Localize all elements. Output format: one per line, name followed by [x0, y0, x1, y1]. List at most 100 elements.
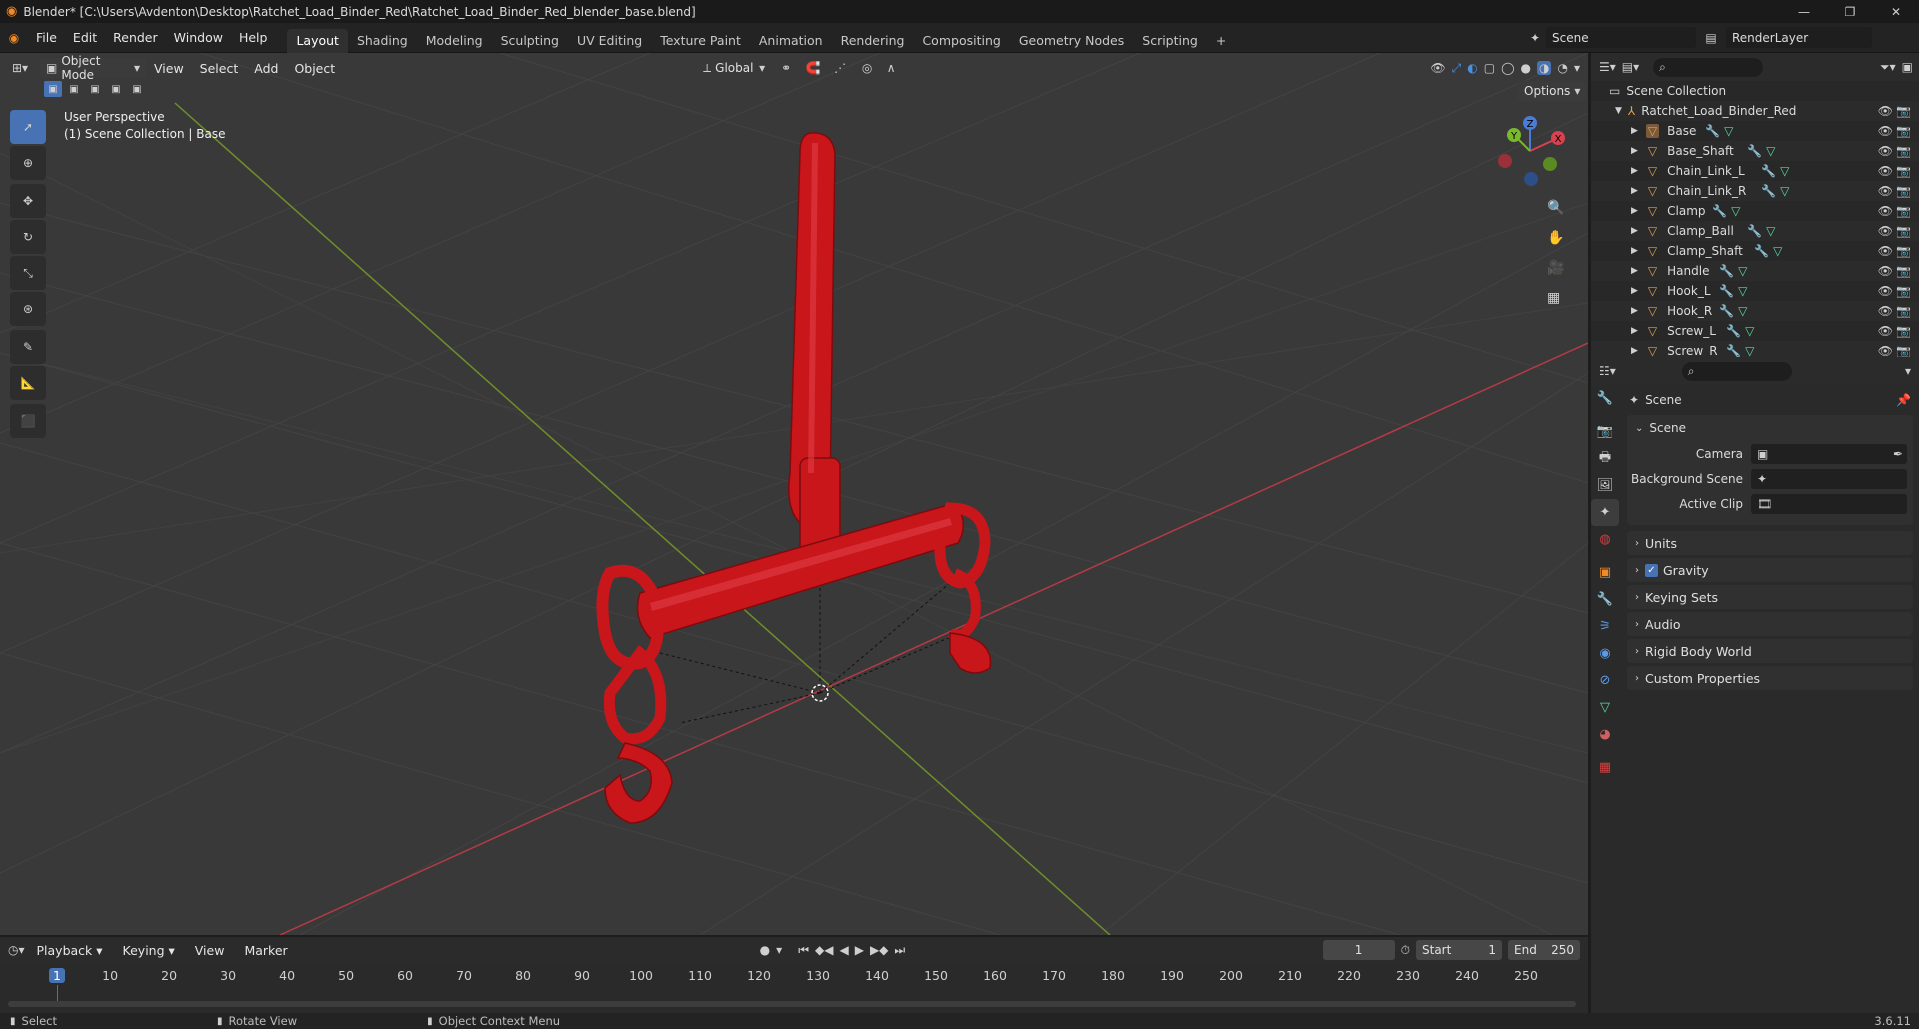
visibility-eye-icon[interactable]: 👁 [1878, 144, 1893, 158]
modifier-wrench-icon[interactable]: 🔧 [1719, 264, 1734, 278]
menu-help[interactable]: Help [231, 23, 276, 53]
shading-options-icon[interactable]: ▾ [1574, 61, 1580, 75]
outliner-row-object[interactable]: ▶ ▽ Clamp_Ball 🔧 ▽ 👁 📷 [1591, 221, 1919, 241]
expand-arrow-icon[interactable]: ▼ [1615, 106, 1622, 116]
panel-gravity[interactable]: › ✓ Gravity [1627, 558, 1913, 582]
render-camera-icon[interactable]: 📷 [1896, 104, 1911, 118]
tab-output[interactable]: 🖶 [1591, 445, 1619, 472]
viewport-menu-object[interactable]: Object [286, 61, 343, 76]
mesh-data-icon[interactable]: ▽ [1738, 304, 1747, 318]
select-intersect-icon[interactable]: ▣ [128, 81, 146, 97]
transform-orientation[interactable]: ⟂ Global ▾ [697, 58, 771, 78]
cursor-tool[interactable]: ⊕ [10, 146, 46, 180]
tab-geometry-nodes[interactable]: Geometry Nodes [1010, 29, 1133, 53]
expand-arrow-icon[interactable]: ▶ [1631, 206, 1638, 216]
tab-physics[interactable]: ◉ [1591, 640, 1619, 667]
mesh-data-icon[interactable]: ▽ [1766, 224, 1775, 238]
expand-arrow-icon[interactable]: ▶ [1631, 306, 1638, 316]
visibility-icon[interactable]: 👁 [1430, 61, 1445, 75]
visibility-eye-icon[interactable]: 👁 [1878, 184, 1893, 198]
viewport-menu-select[interactable]: Select [192, 61, 247, 76]
expand-arrow-icon[interactable]: ▶ [1631, 166, 1638, 176]
solid-shading-icon[interactable]: ● [1521, 61, 1531, 75]
transform-tool[interactable]: ⊛ [10, 292, 46, 326]
outliner-row-object[interactable]: ▶ ▽ Hook_R 🔧 ▽ 👁 📷 [1591, 301, 1919, 321]
overlay-icon[interactable]: ◐ [1467, 61, 1477, 75]
mesh-data-icon[interactable]: ▽ [1745, 324, 1754, 338]
tab-modeling[interactable]: Modeling [417, 29, 492, 53]
modifier-wrench-icon[interactable]: 🔧 [1747, 224, 1762, 238]
visibility-eye-icon[interactable]: 👁 [1878, 104, 1893, 118]
modifier-wrench-icon[interactable]: 🔧 [1761, 164, 1776, 178]
wireframe-shading-icon[interactable]: ◯ [1501, 61, 1514, 75]
scene-selector[interactable]: Scene [1546, 27, 1696, 48]
navigation-gizmo[interactable]: Z X Y [1490, 111, 1570, 191]
maximize-icon[interactable]: ❐ [1827, 0, 1873, 23]
outliner-row-object[interactable]: ▶ ▽ Base 🔧 ▽ 👁 📷 [1591, 121, 1919, 141]
modifier-wrench-icon[interactable]: 🔧 [1761, 184, 1776, 198]
tab-compositing[interactable]: Compositing [913, 29, 1009, 53]
tab-modifiers[interactable]: 🔧 [1591, 586, 1619, 613]
options-button[interactable]: Options ▾ [1518, 81, 1587, 101]
menu-edit[interactable]: Edit [65, 23, 105, 53]
modifier-wrench-icon[interactable]: 🔧 [1705, 124, 1720, 138]
material-shading-icon[interactable]: ◑ [1537, 61, 1552, 75]
tab-particles[interactable]: ⚞ [1591, 613, 1619, 640]
tab-render[interactable]: 📷 [1591, 418, 1619, 445]
outliner-row-scene-collection[interactable]: ▭ Scene Collection [1591, 81, 1919, 101]
expand-arrow-icon[interactable]: ▶ [1631, 266, 1638, 276]
camera-field[interactable]: ▣ ✒ [1751, 443, 1907, 464]
select-subtract-icon[interactable]: ▣ [86, 81, 104, 97]
visibility-eye-icon[interactable]: 👁 [1878, 224, 1893, 238]
expand-arrow-icon[interactable]: ▶ [1631, 326, 1638, 336]
modifier-wrench-icon[interactable]: 🔧 [1712, 204, 1727, 218]
modifier-wrench-icon[interactable]: 🔧 [1726, 324, 1741, 338]
outliner-row-object[interactable]: ▶ ▽ Chain_Link_L 🔧 ▽ 👁 📷 [1591, 161, 1919, 181]
modifier-wrench-icon[interactable]: 🔧 [1719, 284, 1734, 298]
modifier-wrench-icon[interactable]: 🔧 [1726, 344, 1741, 358]
expand-arrow-icon[interactable]: ▶ [1631, 286, 1638, 296]
mesh-data-icon[interactable]: ▽ [1745, 344, 1754, 358]
panel-keying-sets[interactable]: › Keying Sets [1627, 585, 1913, 609]
mesh-data-icon[interactable]: ▽ [1780, 164, 1789, 178]
ortho-grid-icon[interactable]: ▦ [1547, 283, 1560, 313]
view-layer-icon[interactable]: ▤ [1696, 31, 1726, 45]
tab-texture-paint[interactable]: Texture Paint [651, 29, 750, 53]
tab-view-layer[interactable]: 🖼 [1591, 472, 1619, 499]
render-camera-icon[interactable]: 📷 [1896, 164, 1911, 178]
mesh-data-icon[interactable]: ▽ [1724, 124, 1733, 138]
snap-icon[interactable]: 🧲 [801, 61, 825, 75]
falloff-icon[interactable]: ∧ [879, 61, 903, 75]
render-camera-icon[interactable]: 📷 [1896, 224, 1911, 238]
close-icon[interactable]: ✕ [1873, 0, 1919, 23]
render-camera-icon[interactable]: 📷 [1896, 264, 1911, 278]
mesh-data-icon[interactable]: ▽ [1731, 204, 1740, 218]
panel-audio[interactable]: › Audio [1627, 612, 1913, 636]
visibility-eye-icon[interactable]: 👁 [1878, 124, 1893, 138]
tab-data[interactable]: ▽ [1591, 694, 1619, 721]
tab-layout[interactable]: Layout [287, 28, 348, 53]
scene-icon[interactable]: ✦ [1524, 31, 1546, 45]
annotate-tool[interactable]: ✎ [10, 330, 46, 364]
mesh-data-icon[interactable]: ▽ [1738, 264, 1747, 278]
menu-render[interactable]: Render [105, 23, 166, 53]
mesh-data-icon[interactable]: ▽ [1766, 144, 1775, 158]
3d-viewport[interactable]: ⊞▾ ▣ Object Mode ▾ View Select Add Objec… [0, 53, 1588, 935]
render-camera-icon[interactable]: 📷 [1896, 244, 1911, 258]
outliner-row-object[interactable]: ▶ ▽ Hook_L 🔧 ▽ 👁 📷 [1591, 281, 1919, 301]
render-camera-icon[interactable]: 📷 [1896, 144, 1911, 158]
new-collection-icon[interactable]: ▣ [1902, 60, 1913, 74]
pan-hand-icon[interactable]: ✋ [1547, 223, 1564, 253]
tab-object[interactable]: ▣ [1591, 559, 1619, 586]
scene-panel-header[interactable]: ⌄ Scene [1627, 415, 1913, 441]
camera-view-icon[interactable]: 🎥 [1547, 253, 1564, 283]
modifier-wrench-icon[interactable]: 🔧 [1747, 144, 1762, 158]
modifier-wrench-icon[interactable]: 🔧 [1754, 244, 1769, 258]
render-camera-icon[interactable]: 📷 [1896, 284, 1911, 298]
viewport-menu-view[interactable]: View [146, 61, 192, 76]
select-new-icon[interactable]: ▣ [44, 81, 62, 97]
visibility-eye-icon[interactable]: 👁 [1878, 264, 1893, 278]
timeline-scrollbar[interactable] [8, 1001, 1576, 1007]
tab-constraints[interactable]: ⊘ [1591, 667, 1619, 694]
expand-arrow-icon[interactable]: ▶ [1631, 146, 1638, 156]
